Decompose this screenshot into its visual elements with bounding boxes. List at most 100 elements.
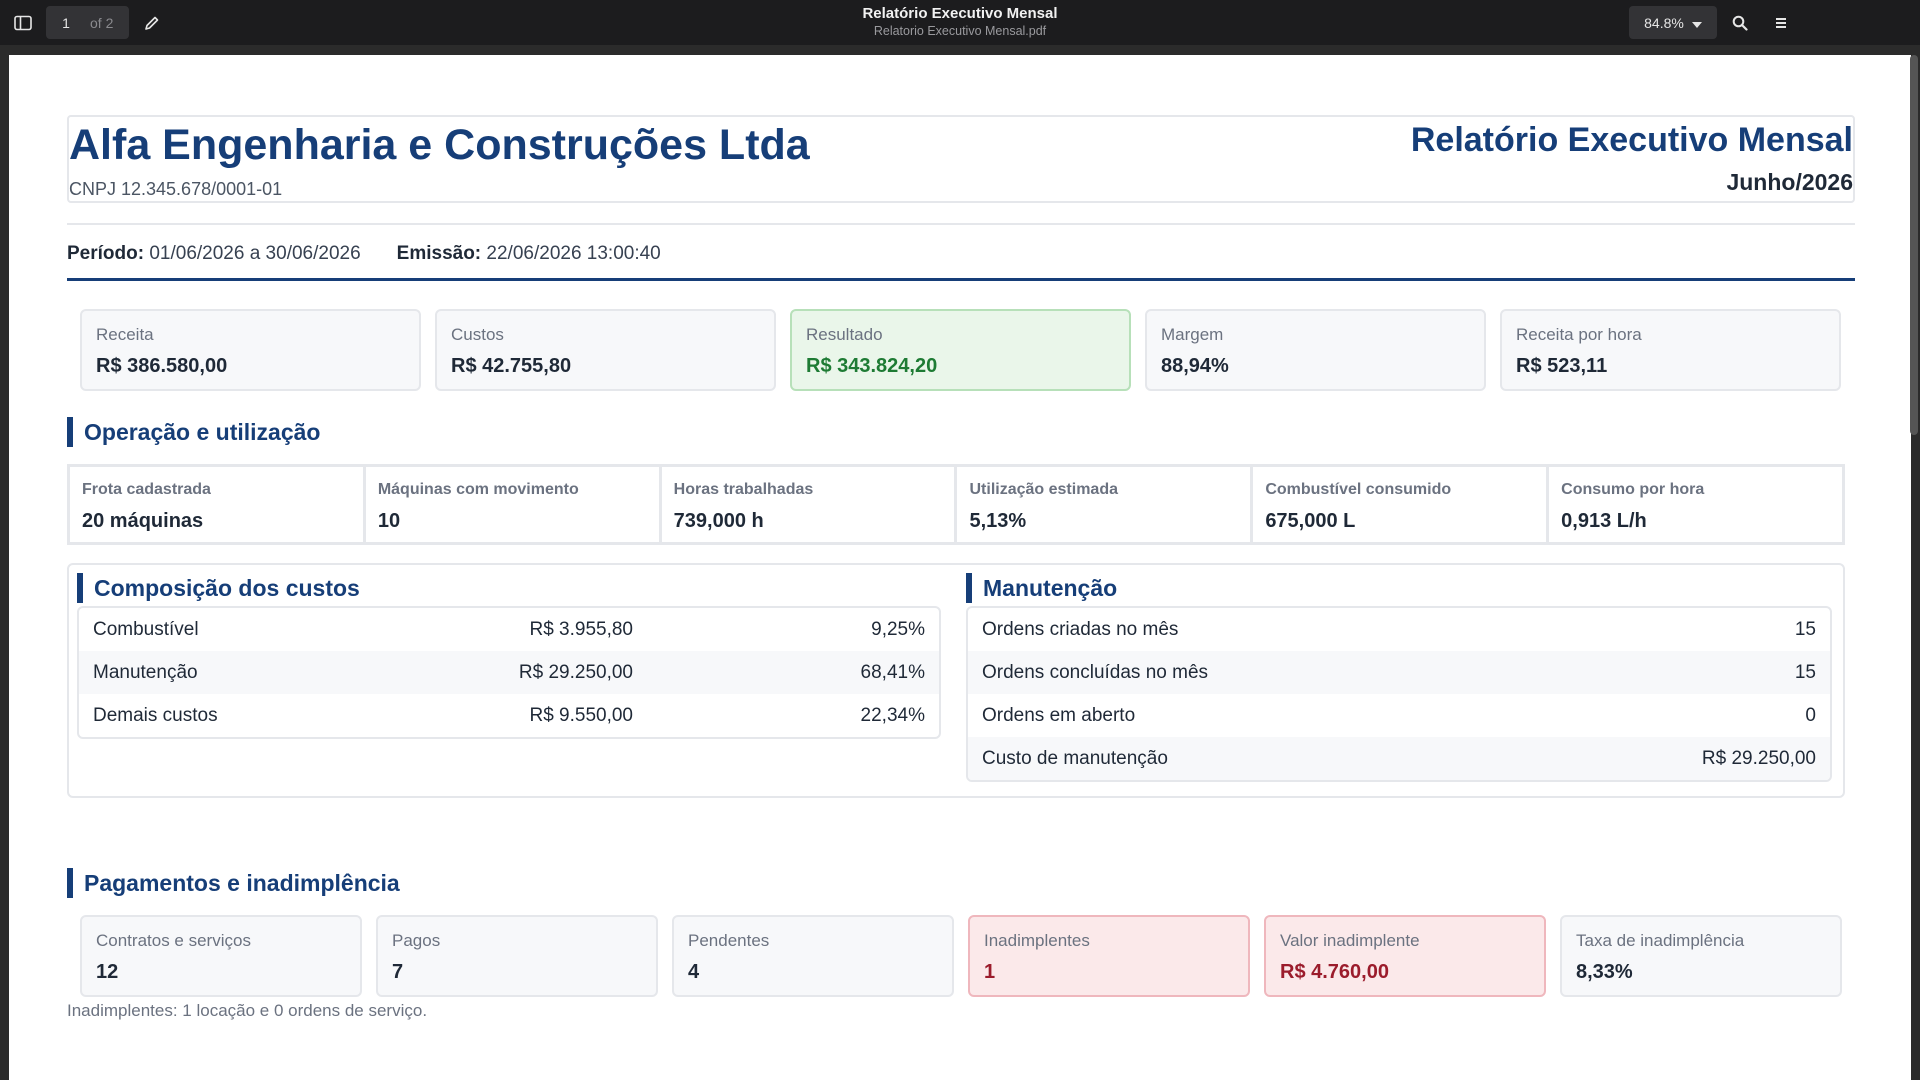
document-filename: Relatorio Executivo Mensal.pdf — [873, 24, 1047, 38]
divider-accent — [67, 278, 1855, 281]
metric-utilizacao: Utilização estimada 5,13% — [957, 467, 1254, 542]
payments-footnote: Inadimplentes: 1 locação e 0 ordens de s… — [67, 1001, 428, 1020]
payment-label: Taxa de inadimplência — [1576, 931, 1745, 950]
kpi-label: Custos — [451, 325, 504, 344]
company-name: Alfa Engenharia e Construções Ltda — [69, 121, 810, 169]
page-total-label: of 2 — [90, 14, 114, 31]
period-field: Período: 01/06/2026 a 30/06/2026 — [67, 243, 361, 265]
metric-frota: Frota cadastrada 20 máquinas — [70, 467, 366, 542]
menu-icon[interactable] — [1768, 10, 1794, 36]
cost-name: Combustível — [93, 618, 199, 640]
issued-value: 22/06/2026 13:00:40 — [486, 243, 661, 264]
zoom-select[interactable]: 84.8% — [1629, 6, 1717, 39]
section-title-costs: Composição dos custos — [77, 573, 360, 603]
payment-cards: Contratos e serviços 12 Pagos 7 Pendente… — [80, 915, 1842, 997]
sidebar-toggle-icon[interactable] — [10, 10, 36, 36]
payment-card-valor-inadimplente: Valor inadimplente R$ 4.760,00 — [1264, 915, 1546, 997]
maintenance-name: Ordens concluídas no mês — [982, 661, 1209, 683]
company-cnpj: CNPJ 12.345.678/0001-01 — [69, 179, 283, 199]
report-meta: Período: 01/06/2026 a 30/06/2026 Emissão… — [67, 243, 661, 265]
cost-name: Demais custos — [93, 704, 218, 726]
payment-label: Contratos e serviços — [96, 931, 251, 950]
period-value: 01/06/2026 a 30/06/2026 — [149, 243, 361, 264]
scrollbar[interactable] — [1910, 55, 1918, 435]
table-row: Ordens criadas no mês 15 — [968, 608, 1830, 651]
kpi-value: R$ 42.755,80 — [451, 355, 572, 377]
kpi-value: R$ 523,11 — [1516, 355, 1608, 377]
metric-value: 0,913 L/h — [1561, 510, 1647, 532]
kpi-value: 88,94% — [1161, 355, 1229, 377]
kpi-label: Margem — [1161, 325, 1224, 344]
cost-value: R$ 3.955,80 — [529, 618, 633, 640]
kpi-label: Resultado — [806, 325, 883, 344]
cost-pct: 9,25% — [871, 618, 925, 640]
section-title-payments: Pagamentos e inadimplência — [67, 868, 400, 898]
kpi-card-resultado: Resultado R$ 343.824,20 — [790, 309, 1131, 391]
costs-maintenance-panel: Composição dos custos Combustível R$ 3.9… — [67, 563, 1845, 798]
cost-pct: 68,41% — [860, 661, 925, 683]
issued-label: Emissão: — [396, 243, 482, 264]
metric-value: 739,000 h — [673, 510, 764, 532]
metric-value: 20 máquinas — [82, 510, 204, 532]
maintenance-name: Custo de manutenção — [982, 747, 1168, 769]
table-row: Ordens concluídas no mês 15 — [968, 651, 1830, 694]
kpi-value: R$ 386.580,00 — [96, 355, 228, 377]
metric-consumo-hora: Consumo por hora 0,913 L/h — [1549, 467, 1842, 542]
metric-label: Consumo por hora — [1561, 481, 1705, 498]
report-header: Alfa Engenharia e Construções Ltda CNPJ … — [67, 115, 1855, 203]
payment-value: 12 — [96, 961, 119, 983]
metric-value: 10 — [377, 510, 401, 532]
payment-card-inadimplentes: Inadimplentes 1 — [968, 915, 1250, 997]
kpi-label: Receita — [96, 325, 154, 344]
maintenance-table: Ordens criadas no mês 15 Ordens concluíd… — [966, 606, 1832, 782]
kpi-card-receita-hora: Receita por hora R$ 523,11 — [1500, 309, 1841, 391]
metric-label: Combustível consumido — [1265, 481, 1452, 498]
maintenance-value: 0 — [1805, 704, 1816, 726]
document-title: Relatório Executivo Mensal — [862, 5, 1058, 22]
operation-metrics: Frota cadastrada 20 máquinas Máquinas co… — [67, 464, 1845, 545]
maintenance-value: 15 — [1794, 661, 1816, 683]
table-row: Custo de manutenção R$ 29.250,00 — [968, 737, 1830, 780]
section-title-operation: Operação e utilização — [67, 417, 320, 447]
cost-name: Manutenção — [93, 661, 198, 683]
payment-label: Pendentes — [688, 931, 770, 950]
cost-value: R$ 9.550,00 — [529, 704, 633, 726]
metric-combustivel: Combustível consumido 675,000 L — [1253, 467, 1550, 542]
cost-value: R$ 29.250,00 — [518, 661, 633, 683]
payment-label: Inadimplentes — [984, 931, 1090, 950]
payment-value: 4 — [688, 961, 700, 983]
metric-value: 675,000 L — [1265, 510, 1356, 532]
cost-pct: 22,34% — [860, 704, 925, 726]
issued-field: Emissão: 22/06/2026 13:00:40 — [397, 243, 661, 265]
kpi-label: Receita por hora — [1516, 325, 1642, 344]
maintenance-value: R$ 29.250,00 — [1701, 747, 1816, 769]
payment-label: Pagos — [392, 931, 441, 950]
page-number-field[interactable]: 1 of 2 — [46, 6, 129, 39]
chevron-down-icon — [1691, 15, 1702, 31]
kpi-value: R$ 343.824,20 — [806, 355, 938, 377]
payment-card-contratos: Contratos e serviços 12 — [80, 915, 362, 997]
payment-value: 1 — [984, 961, 996, 983]
table-row: Manutenção R$ 29.250,00 68,41% — [79, 651, 939, 694]
metric-label: Frota cadastrada — [82, 481, 211, 498]
page-current-input[interactable]: 1 — [46, 15, 86, 31]
search-icon[interactable] — [1727, 10, 1753, 36]
viewer-toolbar: 1 of 2 Relatório Executivo Mensal Relato… — [0, 0, 1920, 45]
metric-label: Utilização estimada — [969, 481, 1118, 498]
zoom-value: 84.8% — [1644, 14, 1684, 31]
kpi-card-margem: Margem 88,94% — [1145, 309, 1486, 391]
maintenance-name: Ordens criadas no mês — [982, 618, 1179, 640]
kpi-card-receita: Receita R$ 386.580,00 — [80, 309, 421, 391]
payment-value: R$ 4.760,00 — [1280, 961, 1389, 983]
table-row: Demais custos R$ 9.550,00 22,34% — [79, 694, 939, 737]
payment-card-taxa: Taxa de inadimplência 8,33% — [1560, 915, 1842, 997]
divider — [67, 223, 1855, 225]
pencil-icon[interactable] — [139, 10, 165, 36]
table-row: Ordens em aberto 0 — [968, 694, 1830, 737]
payment-card-pendentes: Pendentes 4 — [672, 915, 954, 997]
pdf-page: Alfa Engenharia e Construções Ltda CNPJ … — [9, 55, 1911, 1080]
kpi-cards: Receita R$ 386.580,00 Custos R$ 42.755,8… — [80, 309, 1841, 391]
metric-maquinas-movimento: Máquinas com movimento 10 — [366, 467, 662, 542]
costs-table: Combustível R$ 3.955,80 9,25% Manutenção… — [77, 606, 941, 739]
metric-label: Máquinas com movimento — [377, 481, 579, 498]
